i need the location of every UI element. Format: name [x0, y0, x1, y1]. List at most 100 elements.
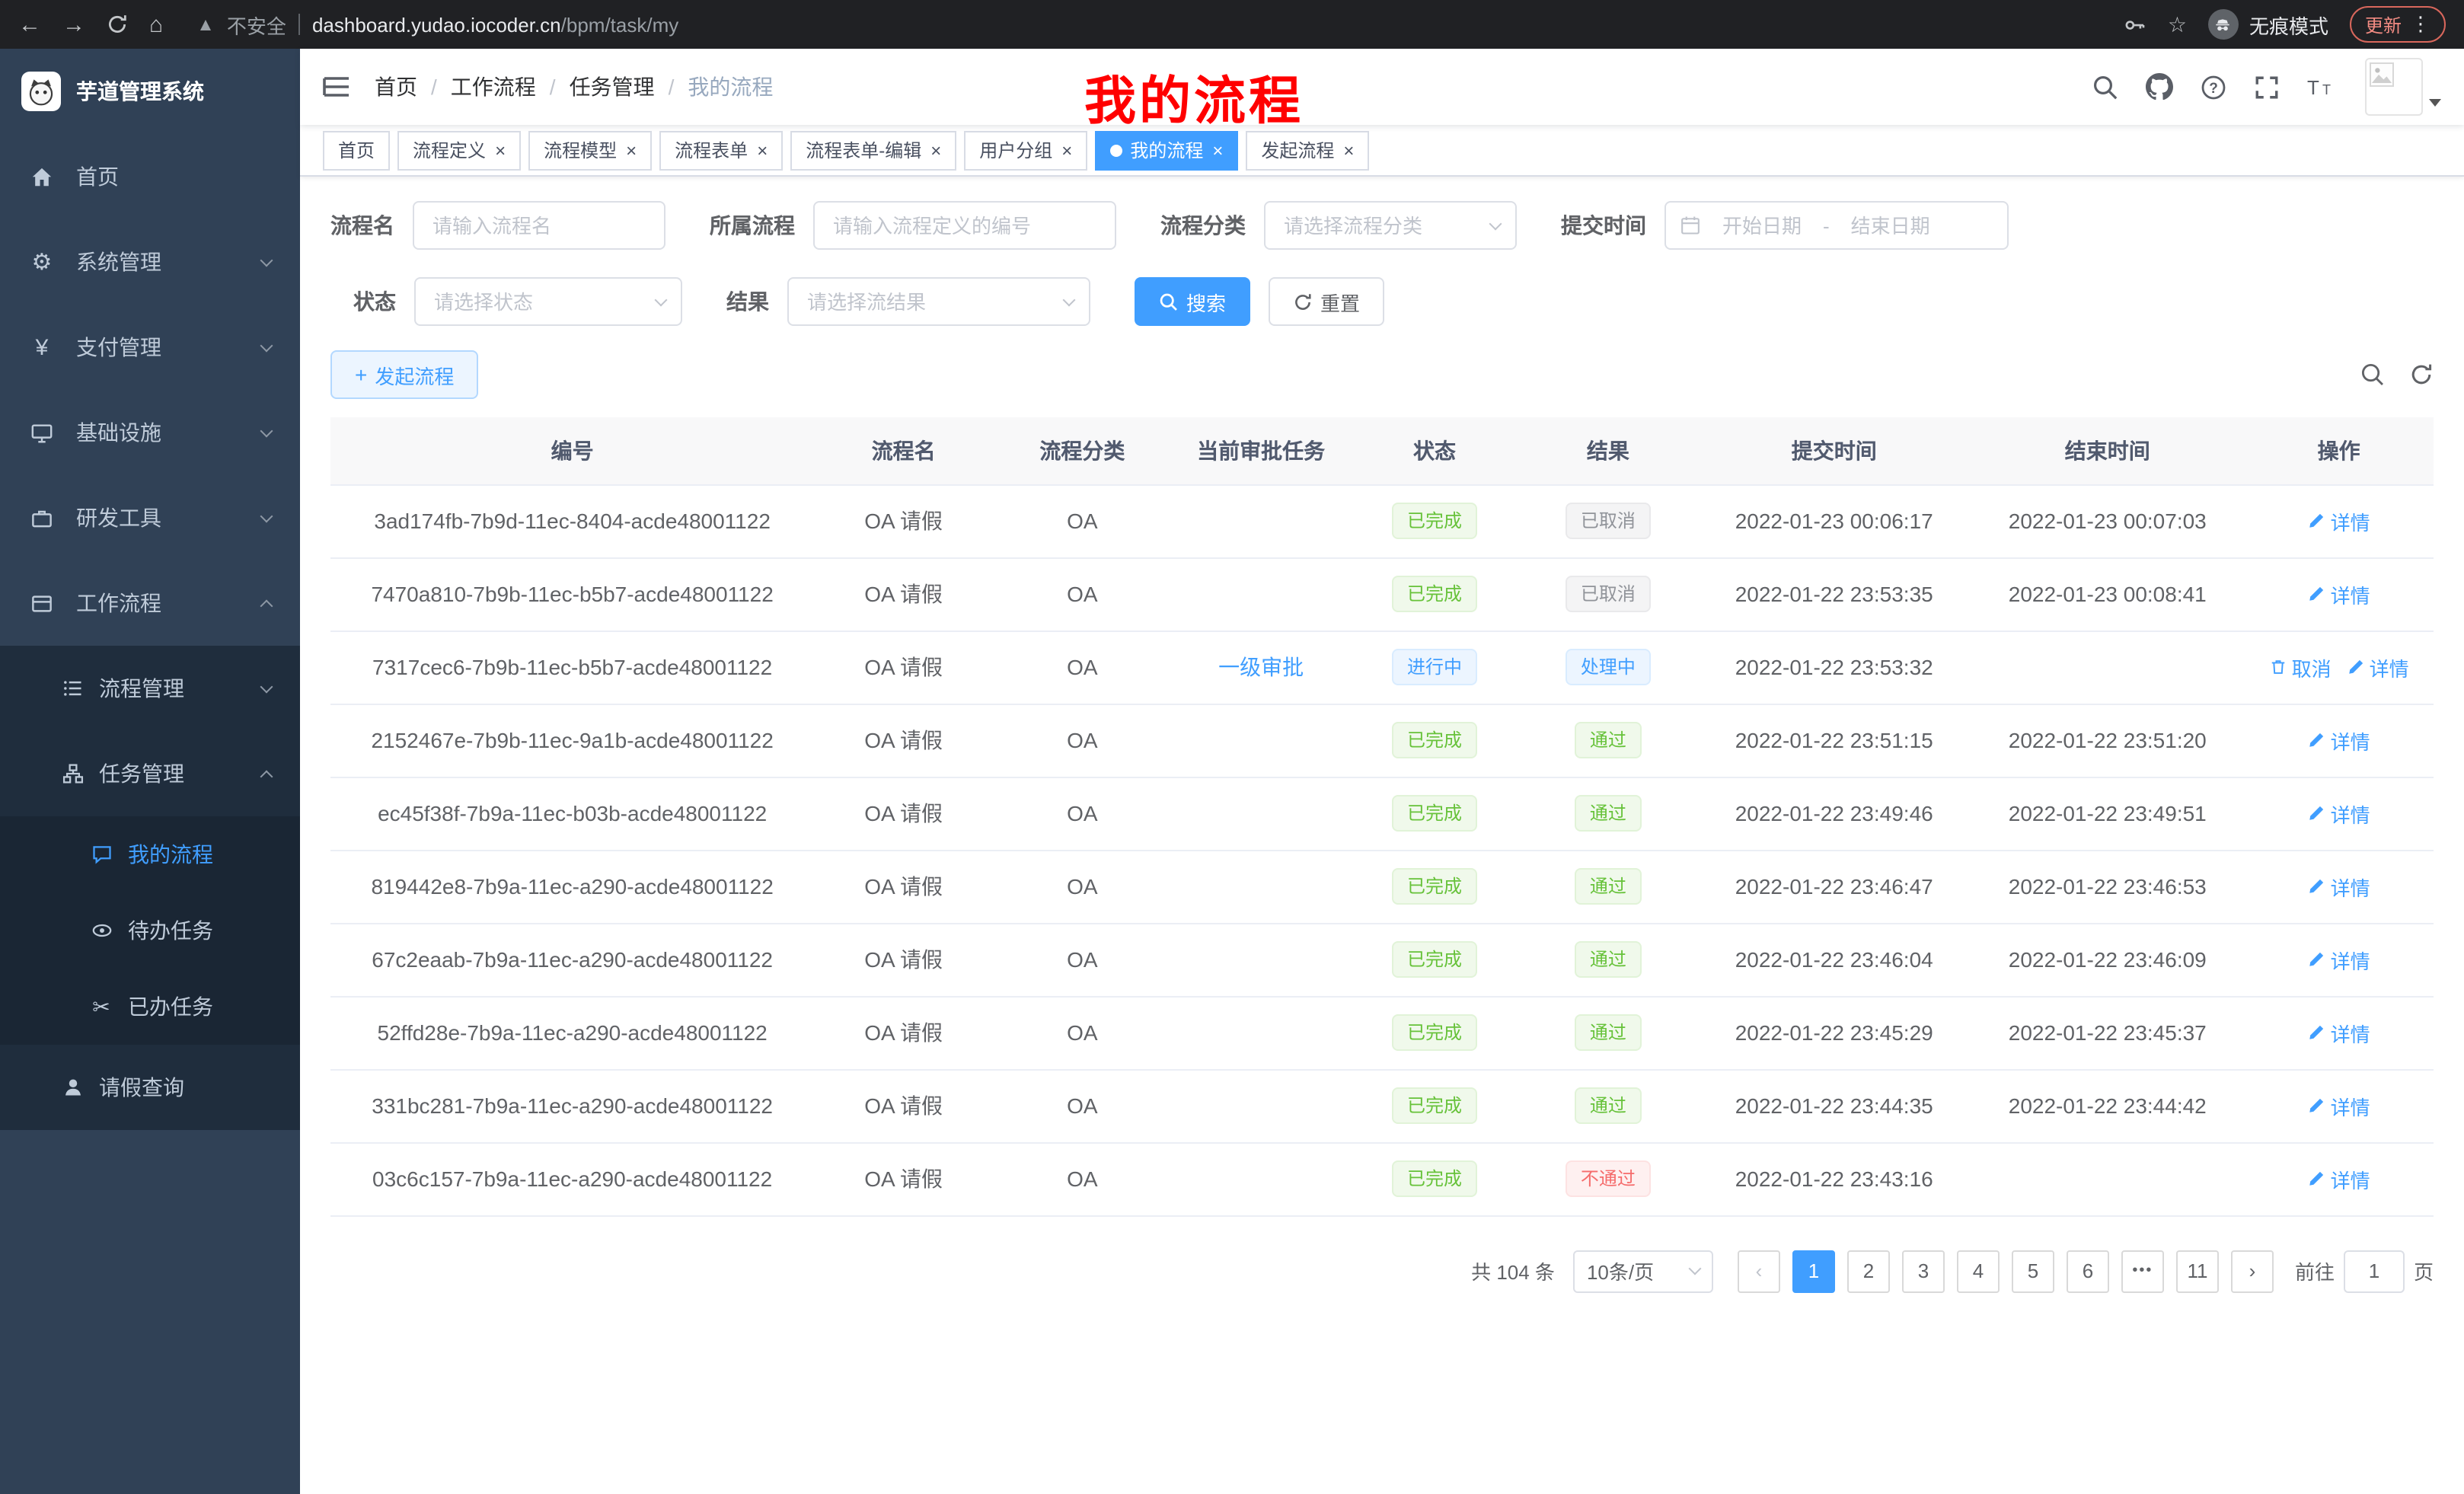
sidebar-item-devtools[interactable]: 研发工具: [0, 475, 300, 560]
close-icon[interactable]: ×: [930, 141, 941, 159]
sidebar-item-system[interactable]: ⚙ 系统管理: [0, 219, 300, 305]
sidebar-item-process-mgmt[interactable]: 流程管理: [0, 646, 300, 731]
result-select[interactable]: [787, 277, 1090, 326]
start-date-input[interactable]: [1707, 214, 1817, 237]
sidebar-item-home[interactable]: 首页: [0, 134, 300, 219]
chevron-down-icon: [260, 680, 273, 693]
create-process-button[interactable]: + 发起流程: [330, 350, 478, 399]
tab-user-group[interactable]: 用户分组×: [964, 130, 1087, 170]
update-chip[interactable]: 更新 ⋮: [2350, 6, 2446, 43]
page-button-3[interactable]: 3: [1902, 1250, 1945, 1292]
result-badge: 通过: [1575, 941, 1642, 978]
page-button-2[interactable]: 2: [1847, 1250, 1890, 1292]
tab-start-process[interactable]: 发起流程×: [1246, 130, 1369, 170]
close-icon[interactable]: ×: [626, 141, 637, 159]
bookmark-star-icon[interactable]: ☆: [2168, 11, 2187, 37]
detail-link[interactable]: 详情: [2308, 1164, 2370, 1193]
password-key-icon[interactable]: [2124, 13, 2146, 36]
sidebar-item-infra[interactable]: 基础设施: [0, 390, 300, 475]
hamburger-icon[interactable]: [323, 75, 350, 99]
detail-link[interactable]: 详情: [2308, 1018, 2370, 1047]
user-menu[interactable]: [2365, 58, 2441, 116]
col-current-task: 当前审批任务: [1172, 417, 1351, 484]
page-button-11[interactable]: 11: [2176, 1250, 2219, 1292]
breadcrumb-task-mgmt[interactable]: 任务管理: [570, 72, 655, 102]
reload-icon[interactable]: [107, 14, 128, 35]
url-text[interactable]: dashboard.yudao.iocoder.cn/bpm/task/my: [312, 13, 678, 36]
sidebar-item-todo-tasks[interactable]: 待办任务: [0, 892, 300, 969]
refresh-icon[interactable]: [2409, 362, 2434, 387]
page-button-5[interactable]: 5: [2012, 1250, 2054, 1292]
back-icon[interactable]: ←: [18, 13, 41, 36]
page-button-6[interactable]: 6: [2067, 1250, 2109, 1292]
edit-icon: [2308, 804, 2326, 822]
status-select[interactable]: [414, 277, 682, 326]
home-icon[interactable]: ⌂: [149, 13, 163, 36]
plus-icon: +: [355, 364, 367, 385]
github-icon[interactable]: [2146, 73, 2173, 101]
sidebar-item-task-mgmt[interactable]: 任务管理: [0, 731, 300, 816]
detail-link[interactable]: 详情: [2308, 1091, 2370, 1120]
page-button-4[interactable]: 4: [1957, 1250, 2000, 1292]
chevron-down-icon: [260, 424, 273, 437]
help-icon[interactable]: ?: [2201, 74, 2226, 100]
breadcrumb: 首页 / 工作流程 / 任务管理 / 我的流程: [375, 72, 773, 102]
detail-link[interactable]: 详情: [2347, 653, 2409, 682]
font-size-icon[interactable]: TT: [2307, 75, 2338, 99]
sidebar-item-payment[interactable]: ¥ 支付管理: [0, 305, 300, 390]
sidebar-item-done-tasks[interactable]: ✂ 已办任务: [0, 969, 300, 1045]
sidebar-item-my-process[interactable]: 我的流程: [0, 816, 300, 892]
caret-down-icon: [2429, 99, 2441, 107]
submit-time-range-picker[interactable]: -: [1664, 201, 2009, 250]
navbar: 首页 / 工作流程 / 任务管理 / 我的流程 ?: [300, 49, 2464, 125]
tab-process-form-edit[interactable]: 流程表单-编辑×: [790, 130, 956, 170]
reset-button[interactable]: 重置: [1269, 277, 1384, 326]
search-icon[interactable]: [2092, 74, 2118, 100]
detail-link[interactable]: 详情: [2308, 945, 2370, 974]
tab-process-definition[interactable]: 流程定义×: [397, 130, 521, 170]
sidebar-item-workflow[interactable]: 工作流程: [0, 560, 300, 646]
detail-link[interactable]: 详情: [2308, 872, 2370, 901]
end-date-input[interactable]: [1836, 214, 1945, 237]
fullscreen-icon[interactable]: [2254, 74, 2280, 100]
prev-page-button[interactable]: ‹: [1738, 1250, 1780, 1292]
goto-page-input[interactable]: [2344, 1250, 2405, 1292]
breadcrumb-home[interactable]: 首页: [375, 72, 417, 102]
table-row: 2152467e-7b9b-11ec-9a1b-acde48001122 OA …: [330, 704, 2434, 777]
result-badge: 已取消: [1566, 576, 1651, 612]
page-size-select[interactable]: 10条/页: [1573, 1250, 1713, 1292]
detail-link[interactable]: 详情: [2308, 799, 2370, 828]
sidebar-item-leave-query[interactable]: 请假查询: [0, 1045, 300, 1130]
detail-link[interactable]: 详情: [2308, 726, 2370, 755]
tab-process-form[interactable]: 流程表单×: [659, 130, 783, 170]
address-bar[interactable]: ▲ 不安全 dashboard.yudao.iocoder.cn/bpm/tas…: [196, 10, 2102, 39]
category-select[interactable]: [1264, 201, 1517, 250]
result-badge: 通过: [1575, 1087, 1642, 1124]
parent-process-input[interactable]: [813, 201, 1116, 250]
edit-icon: [2308, 585, 2326, 603]
tab-home[interactable]: 首页: [323, 130, 390, 170]
browser-menu-icon[interactable]: ⋮: [2411, 12, 2430, 37]
close-icon[interactable]: ×: [757, 141, 768, 159]
page-button-1[interactable]: 1: [1792, 1250, 1835, 1292]
current-task-link[interactable]: 一级审批: [1218, 655, 1304, 679]
process-name-input[interactable]: [413, 201, 665, 250]
security-label[interactable]: 不安全: [227, 10, 286, 39]
svg-text:T: T: [2322, 82, 2331, 97]
search-button[interactable]: 搜索: [1135, 277, 1250, 326]
breadcrumb-workflow[interactable]: 工作流程: [451, 72, 536, 102]
forward-icon[interactable]: →: [62, 13, 85, 36]
address-divider: [298, 14, 300, 35]
more-pages-button[interactable]: •••: [2121, 1250, 2164, 1292]
show-search-icon[interactable]: [2360, 362, 2385, 387]
tab-my-process[interactable]: 我的流程×: [1095, 130, 1238, 170]
cancel-link[interactable]: 取消: [2269, 653, 2332, 682]
next-page-button[interactable]: ›: [2231, 1250, 2274, 1292]
tab-process-model[interactable]: 流程模型×: [528, 130, 652, 170]
close-icon[interactable]: ×: [495, 141, 506, 159]
detail-link[interactable]: 详情: [2308, 506, 2370, 535]
close-icon[interactable]: ×: [1061, 141, 1072, 159]
close-icon[interactable]: ×: [1212, 141, 1223, 159]
detail-link[interactable]: 详情: [2308, 579, 2370, 608]
close-icon[interactable]: ×: [1343, 141, 1354, 159]
